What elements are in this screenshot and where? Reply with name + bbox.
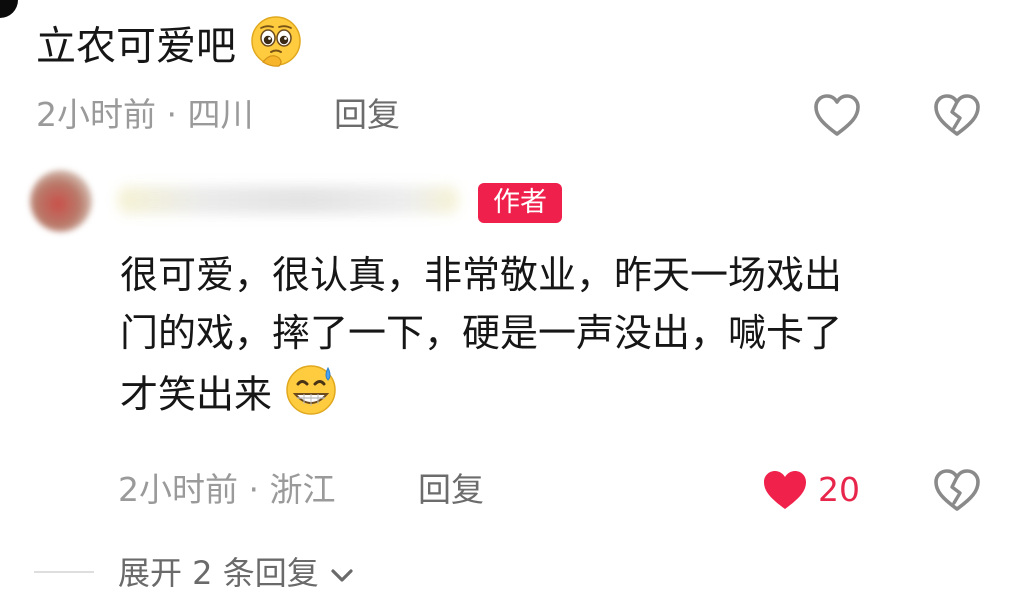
comment-main-time: 2小时前 (36, 95, 156, 134)
heart-filled-icon (764, 471, 806, 509)
comment-reply-text: 很可爱，很认真，非常敬业，昨天一场戏出 门的戏，摔了一下，硬是一声没出，喊卡了 … (120, 246, 980, 432)
comment-reply-meta: 2小时前 · 浙江 (118, 468, 336, 512)
pleading-face-emoji (249, 14, 303, 83)
comment-reply-line-text: 才笑出来 (120, 372, 273, 417)
expand-replies-label: 展开 2 条回复 (118, 554, 319, 592)
comment-main-like-button[interactable] (812, 92, 862, 138)
author-badge: 作者 (478, 183, 562, 223)
chevron-down-icon (331, 569, 353, 582)
expand-replies-button[interactable]: 展开 2 条回复 (118, 550, 355, 596)
corner-fragment (0, 0, 18, 18)
comment-reply-line: 门的戏，摔了一下，硬是一声没出，喊卡了 (120, 311, 843, 355)
blurred-username[interactable] (118, 186, 458, 214)
comment-reply-time: 2小时前 (118, 470, 238, 509)
comment-reply-reply-button[interactable]: 回复 (418, 468, 484, 512)
comment-reply-location: 浙江 (269, 470, 336, 509)
comment-main-meta: 2小时前 · 四川 (36, 93, 254, 137)
grinning-sweat-emoji (284, 362, 338, 432)
broken-heart-icon (934, 469, 980, 511)
avatar[interactable] (30, 170, 92, 232)
heart-outline-icon (814, 94, 860, 136)
comment-reply-dislike-button[interactable] (932, 467, 982, 513)
meta-separator: · (248, 470, 260, 509)
comment-main-content: 立农可爱吧 (36, 23, 236, 70)
comment-reply-line: 很可爱，很认真，非常敬业，昨天一场戏出 (120, 253, 843, 297)
comment-reply-like-button[interactable] (760, 467, 810, 513)
comment-main-text: 立农可爱吧 (36, 14, 303, 83)
comment-main-reply-button[interactable]: 回复 (334, 93, 400, 137)
comment-reply-line-last: 才笑出来 (120, 362, 980, 432)
comment-main-location: 四川 (187, 95, 254, 134)
comment-main-dislike-button[interactable] (932, 92, 982, 138)
divider (34, 571, 94, 573)
like-count: 20 (818, 470, 860, 509)
broken-heart-icon (934, 94, 980, 136)
meta-separator: · (166, 95, 178, 134)
